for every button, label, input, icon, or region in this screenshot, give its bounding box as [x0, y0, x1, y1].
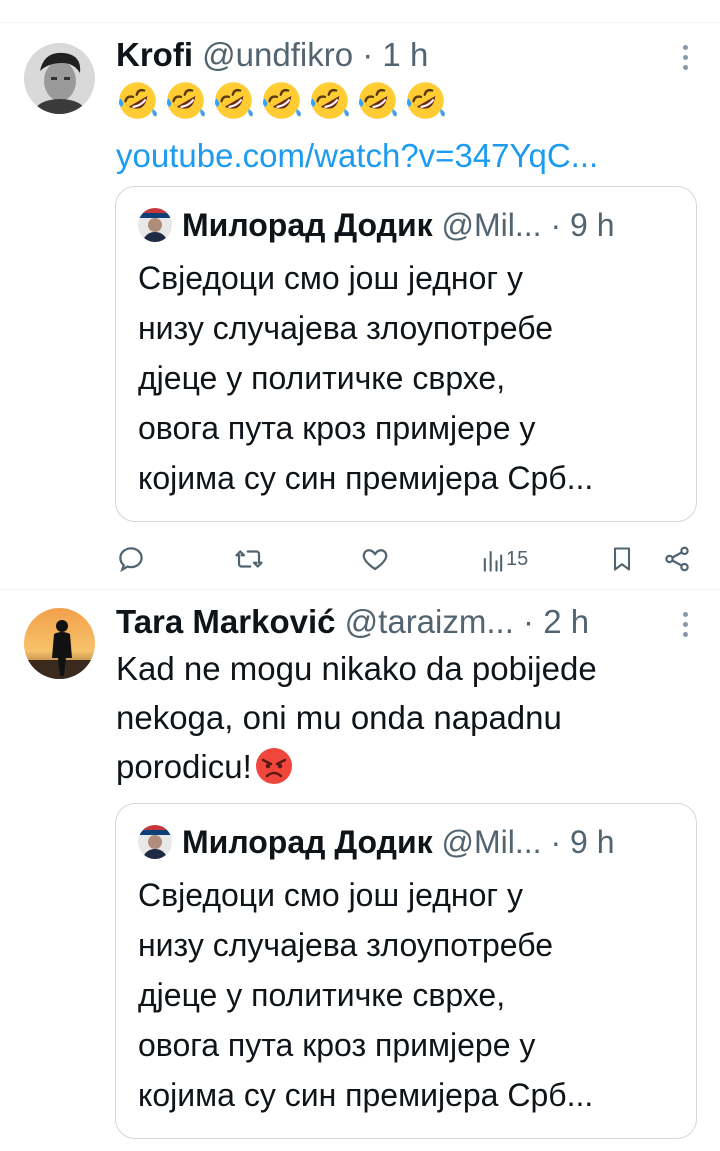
author-handle[interactable]: @taraizm... — [345, 603, 514, 640]
more-options-icon[interactable] — [680, 612, 690, 638]
quoted-avatar — [138, 208, 172, 242]
more-options-icon[interactable] — [680, 45, 690, 71]
bookmark-button[interactable] — [608, 541, 636, 577]
author-handle[interactable]: @undfikro — [202, 36, 353, 73]
quoted-author-handle: @Mil... — [441, 824, 542, 860]
tweet-text-content: Kad ne mogu nikako da pobijede nekoga, o… — [116, 650, 597, 785]
author-name[interactable]: Krofi — [116, 36, 193, 73]
emoji-row — [116, 79, 447, 127]
rofl-emoji-icon — [262, 82, 301, 119]
quoted-author-handle: @Mil... — [441, 207, 542, 243]
reply-icon — [119, 547, 143, 573]
tweet-header: Krofi @undfikro · 1 h — [116, 35, 660, 75]
quoted-tweet-header: Милорад Додик @Mil... · 9 h — [138, 822, 614, 862]
action-bar: 15 — [116, 541, 696, 577]
retweet-button[interactable] — [234, 541, 264, 577]
quoted-tweet[interactable]: Милорад Додик @Mil... · 9 h Свједоци смо… — [115, 803, 697, 1139]
views-count: 15 — [506, 547, 529, 570]
share-button[interactable] — [662, 541, 692, 577]
retweet-icon — [235, 550, 263, 568]
tweet-text: Kad ne mogu nikako da pobijede nekoga, o… — [116, 644, 696, 791]
rofl-emoji-icon — [118, 82, 157, 119]
tweet-header: Tara Marković @taraizm... · 2 h — [116, 602, 660, 642]
timestamp[interactable]: 1 h — [382, 36, 428, 73]
separator-dot: · — [523, 603, 535, 640]
timestamp[interactable]: 2 h — [543, 603, 589, 640]
separator-dot: · — [550, 824, 562, 860]
rofl-emoji-icon — [166, 82, 205, 119]
quoted-timestamp: 9 h — [570, 824, 615, 860]
views-icon — [483, 550, 503, 572]
views-button[interactable]: 15 — [482, 541, 528, 577]
quoted-timestamp: 9 h — [570, 207, 615, 243]
separator-dot: · — [362, 36, 374, 73]
quoted-tweet[interactable]: Милорад Додик @Mil... · 9 h Свједоци смо… — [115, 186, 697, 522]
quoted-tweet-text: Свједоци смо још једног у низу случајева… — [138, 877, 594, 1113]
quoted-author-name: Милорад Додик — [182, 207, 433, 243]
rofl-emoji-icon — [214, 82, 253, 119]
angry-face-emoji-icon — [255, 748, 292, 784]
separator-dot: · — [550, 207, 562, 243]
youtube-link[interactable]: youtube.com/watch?v=347YqC... — [116, 135, 598, 177]
rofl-emoji-icon — [310, 82, 349, 119]
tweet[interactable]: Tara Marković @taraizm... · 2 h Kad ne m… — [0, 590, 720, 1151]
reply-button[interactable] — [116, 541, 146, 577]
quoted-tweet-header: Милорад Додик @Mil... · 9 h — [138, 205, 614, 245]
rofl-emoji-icon — [358, 82, 397, 119]
bookmark-icon — [613, 547, 631, 571]
author-name[interactable]: Tara Marković — [116, 603, 336, 640]
avatar[interactable] — [24, 43, 95, 114]
quoted-avatar — [138, 825, 172, 859]
quoted-author-name: Милорад Додик — [182, 824, 433, 860]
rofl-emoji-icon — [406, 82, 445, 119]
quoted-tweet-text: Свједоци смо још једног у низу случајева… — [138, 260, 594, 496]
like-button[interactable] — [360, 541, 390, 577]
avatar[interactable] — [24, 608, 95, 679]
tweet[interactable]: Krofi @undfikro · 1 h youtube.com/watch?… — [0, 23, 720, 589]
share-icon — [665, 546, 689, 572]
heart-icon — [362, 549, 388, 571]
